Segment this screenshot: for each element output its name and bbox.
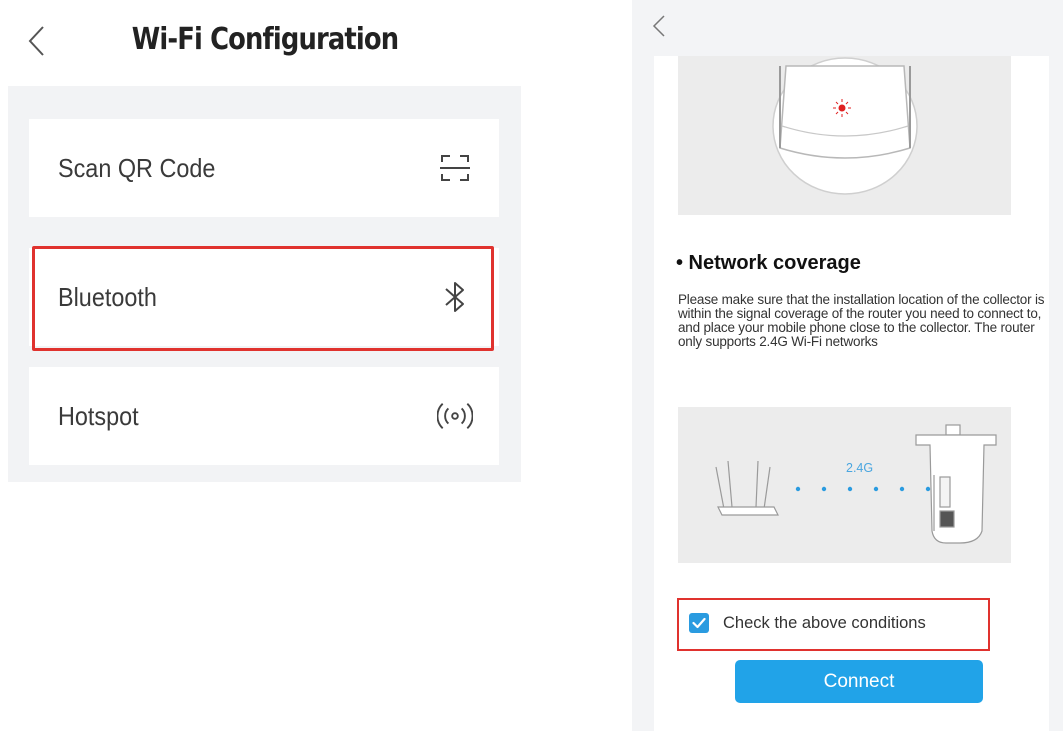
diagram-label-2-4g: 2.4G xyxy=(846,461,873,475)
page-title: Wi-Fi Configuration xyxy=(131,22,399,57)
conditions-checkbox-row[interactable]: Check the above conditions xyxy=(689,613,926,633)
option-scan-qr[interactable]: Scan QR Code xyxy=(29,119,499,217)
checkmark-icon xyxy=(692,617,706,629)
conditions-card: • Network coverage Please make sure that… xyxy=(654,56,1049,731)
chevron-left-icon[interactable] xyxy=(652,14,666,38)
option-label: Scan QR Code xyxy=(58,152,216,183)
conditions-checkbox[interactable] xyxy=(689,613,709,633)
wifi-configuration-screen: Wi-Fi Configuration Scan QR Code Bluetoo… xyxy=(0,0,522,731)
section-description: Please make sure that the installation l… xyxy=(678,292,1045,349)
option-label: Bluetooth xyxy=(58,281,157,312)
option-label: Hotspot xyxy=(58,400,139,431)
option-hotspot[interactable]: Hotspot xyxy=(29,367,499,465)
connect-button[interactable]: Connect xyxy=(735,660,983,703)
collector-indicator-illustration xyxy=(678,56,1011,215)
conditions-checkbox-label: Check the above conditions xyxy=(723,613,926,632)
scan-qr-icon xyxy=(437,150,473,186)
bluetooth-icon xyxy=(437,279,473,315)
option-bluetooth[interactable]: Bluetooth xyxy=(29,248,499,346)
hotspot-icon xyxy=(437,398,473,434)
router-collector-illustration: 2.4G xyxy=(678,407,1011,563)
network-conditions-screen: • Network coverage Please make sure that… xyxy=(632,0,1063,731)
section-title: • Network coverage xyxy=(676,252,861,274)
